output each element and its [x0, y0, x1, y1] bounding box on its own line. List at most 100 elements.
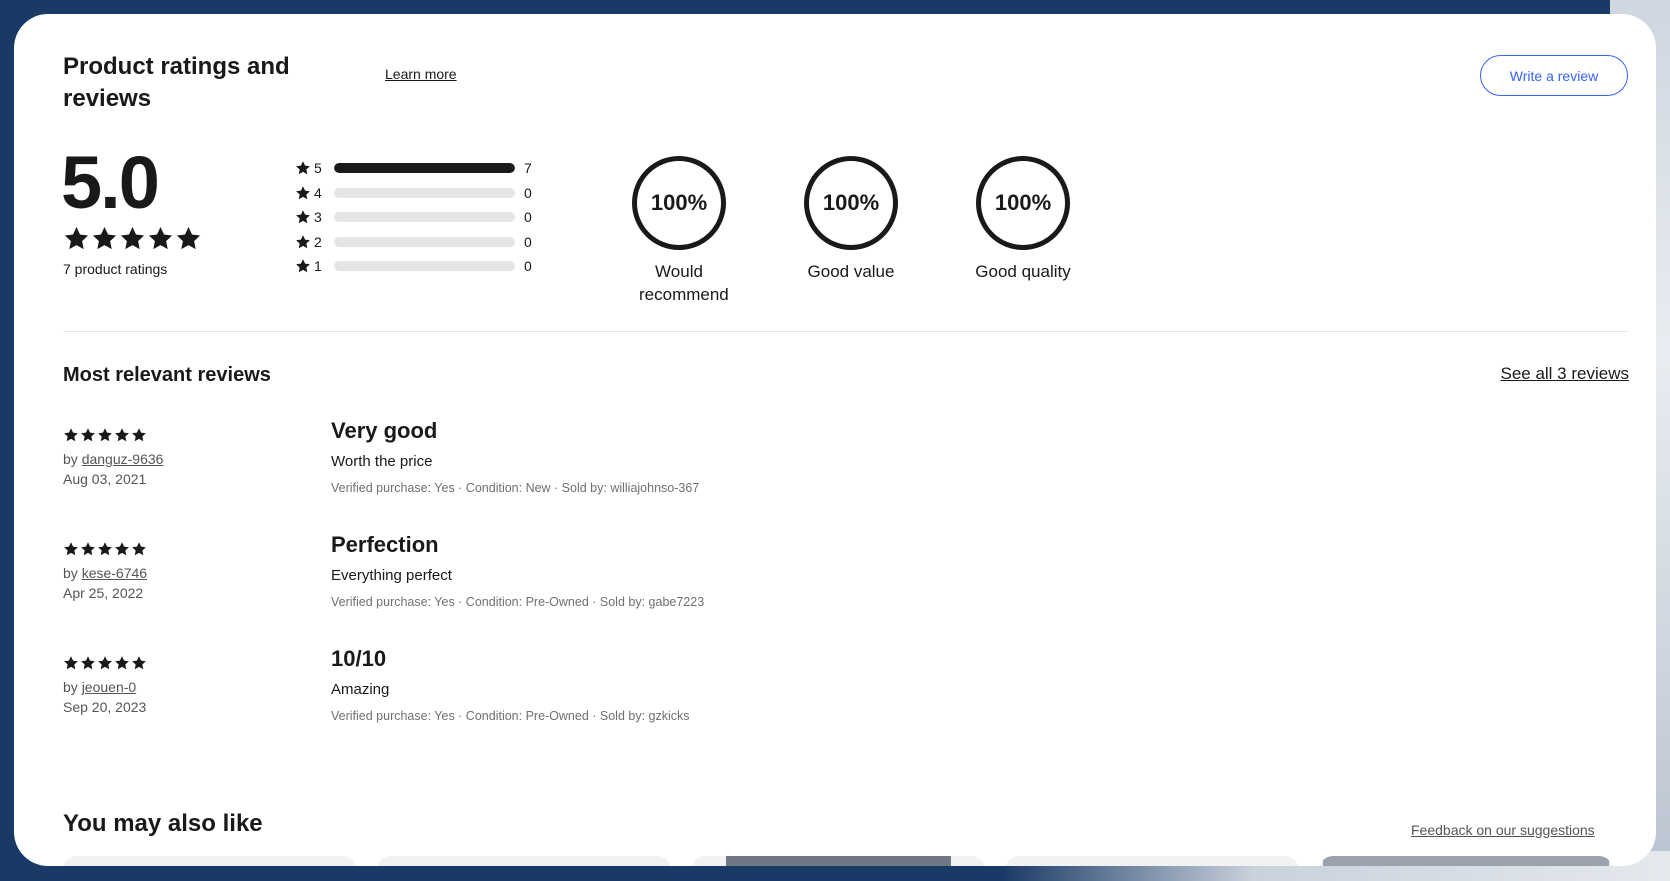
review-meta: Verified purchase: Yes · Condition: New …: [331, 481, 700, 495]
review-stars: [63, 427, 147, 443]
star-icon: [92, 227, 117, 250]
reviews-card: Product ratings and reviews Learn more W…: [14, 14, 1656, 866]
star-icon: [98, 656, 112, 670]
histogram-count: 7: [524, 160, 532, 177]
aspect-label: Good quality: [975, 262, 1071, 281]
review-title: Perfection: [331, 532, 439, 557]
review-stars: [63, 655, 147, 671]
histogram-count: 0: [524, 209, 532, 226]
star-icon: [64, 428, 78, 442]
histogram-star-label: 3: [314, 209, 322, 226]
see-all-reviews-link[interactable]: See all 3 reviews: [1500, 364, 1629, 384]
star-icon: [64, 227, 89, 250]
histogram-row: 40: [295, 181, 532, 206]
star-icon: [296, 259, 310, 273]
histogram-star-label: 2: [314, 233, 322, 250]
aspect-percent-circle: 100%: [976, 156, 1070, 250]
review-author-prefix: by: [63, 679, 82, 695]
review-meta: Verified purchase: Yes · Condition: Pre-…: [331, 709, 690, 723]
histogram-row: 30: [295, 205, 532, 230]
aspect-rating: 100% Would recommend: [614, 156, 744, 306]
learn-more-link[interactable]: Learn more: [385, 66, 457, 82]
review-item: by jeouen-0 Sep 20, 2023 10/10 Amazing Verif…: [63, 646, 1563, 765]
histogram-row: 57: [295, 156, 532, 181]
review-title: 10/10: [331, 646, 387, 671]
review-author-link[interactable]: danguz-9636: [82, 451, 164, 467]
star-icon: [115, 428, 129, 442]
star-icon: [98, 542, 112, 556]
review-date: Apr 25, 2022: [63, 585, 144, 601]
write-review-button[interactable]: Write a review: [1480, 55, 1628, 96]
star-icon: [296, 210, 310, 224]
suggestion-image: [1323, 856, 1609, 866]
aspect-rating: 100% Good quality: [958, 156, 1088, 283]
aspect-percent-circle: 100%: [804, 156, 898, 250]
histogram-count: 0: [524, 184, 532, 201]
average-rating: 5.0: [61, 141, 160, 224]
star-icon: [81, 542, 95, 556]
aspect-percent-circle: 100%: [632, 156, 726, 250]
review-date: Sep 20, 2023: [63, 699, 147, 715]
star-icon: [115, 542, 129, 556]
review-author-line: by danguz-9636: [63, 451, 163, 467]
review-author-prefix: by: [63, 565, 82, 581]
star-icon: [176, 227, 201, 250]
star-icon: [296, 185, 310, 200]
aspect-label: Good value: [807, 262, 895, 281]
suggestion-card[interactable]: [63, 856, 357, 866]
histogram-star-label: 5: [314, 160, 322, 177]
also-like-title: You may also like: [63, 810, 263, 837]
histogram-bar: [334, 212, 515, 223]
histogram-bar: [334, 261, 515, 272]
review-body: Everything perfect: [331, 567, 452, 584]
review-title: Very good: [331, 418, 438, 443]
average-stars: [63, 225, 202, 252]
review-date: Aug 03, 2021: [63, 471, 147, 487]
star-icon: [64, 542, 78, 556]
review-author-link[interactable]: kese-6746: [82, 565, 147, 581]
page-title: Product ratings and reviews: [63, 53, 290, 112]
divider: [63, 331, 1628, 332]
rating-histogram: 5740302010: [295, 156, 532, 279]
star-icon: [132, 542, 146, 556]
suggestion-card[interactable]: [377, 856, 671, 866]
star-icon: [81, 656, 95, 670]
suggestion-card[interactable]: [1005, 856, 1299, 866]
suggestion-card[interactable]: [691, 856, 985, 866]
histogram-row: 20: [295, 230, 532, 255]
star-icon: [148, 227, 173, 250]
star-icon: [81, 428, 95, 442]
star-icon: [296, 234, 310, 249]
review-author-line: by jeouen-0: [63, 679, 136, 695]
histogram-bar: [334, 187, 515, 198]
rating-count: 7 product ratings: [63, 261, 168, 277]
histogram-count: 0: [524, 233, 532, 250]
review-author-line: by kese-6746: [63, 565, 147, 581]
review-meta: Verified purchase: Yes · Condition: Pre-…: [331, 595, 705, 609]
star-icon: [132, 428, 146, 442]
histogram-count: 0: [524, 258, 532, 275]
histogram-bar-fill: [334, 163, 515, 174]
feedback-link[interactable]: Feedback on our suggestions: [1411, 822, 1595, 838]
review-item: by danguz-9636 Aug 03, 2021 Very good Worth…: [63, 418, 1563, 537]
review-author-link[interactable]: jeouen-0: [82, 679, 137, 695]
review-body: Worth the price: [331, 453, 433, 470]
reviews-section-title: Most relevant reviews: [63, 364, 271, 386]
review-author-prefix: by: [63, 451, 82, 467]
suggestion-image: [726, 856, 951, 866]
star-icon: [64, 656, 78, 670]
review-item: by kese-6746 Apr 25, 2022 Perfection Everyt…: [63, 532, 1563, 651]
star-icon: [98, 428, 112, 442]
review-body: Amazing: [331, 681, 390, 698]
aspect-rating: 100% Good value: [786, 156, 916, 283]
histogram-bar: [334, 236, 515, 247]
review-stars: [63, 541, 147, 557]
star-icon: [120, 227, 145, 250]
suggestion-card[interactable]: [1319, 856, 1613, 866]
star-icon: [132, 656, 146, 670]
histogram-star-label: 4: [314, 184, 322, 201]
histogram-bar: [334, 163, 515, 174]
aspect-label: Would recommend: [639, 262, 729, 304]
suggestion-carousel: [63, 856, 1613, 866]
star-icon: [115, 656, 129, 670]
